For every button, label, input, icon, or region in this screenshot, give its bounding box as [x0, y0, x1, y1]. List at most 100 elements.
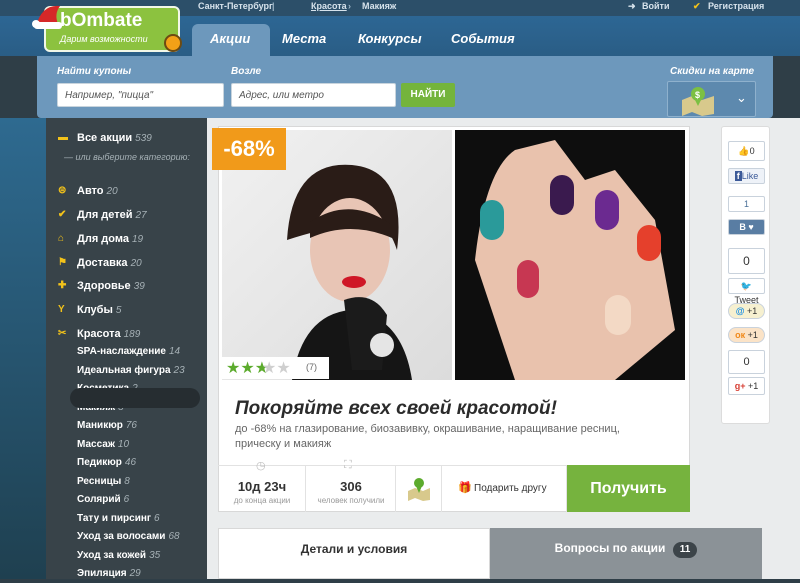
- subcategory-count: 14: [168, 346, 181, 357]
- subcategory-item[interactable]: Солярий 6: [77, 491, 129, 509]
- sidebar-item-label: Для детей: [77, 209, 133, 221]
- subcategory-item[interactable]: Ресницы 8: [77, 473, 130, 491]
- subcategory-item[interactable]: Маникюр 76: [77, 417, 137, 435]
- sidebar-item-3[interactable]: ⚑ Доставка 20: [46, 253, 207, 273]
- subcategory-label: Солярий: [77, 494, 121, 505]
- sidebar-item-count: 27: [135, 210, 147, 221]
- subcategory-count: 68: [168, 531, 180, 542]
- fb-like-count[interactable]: 👍0: [728, 141, 765, 161]
- gift-icon: 🎁: [458, 482, 472, 494]
- sidebar-item-4[interactable]: ✚ Здоровье 39: [46, 276, 207, 296]
- people-value: 306: [340, 479, 362, 494]
- fb-like-button[interactable]: f Like: [728, 168, 765, 184]
- map-pin-icon: [408, 478, 430, 501]
- manicure-hand-image: [455, 130, 685, 380]
- logo-name: bOmbate: [60, 10, 143, 31]
- subcategory-count: 23: [173, 364, 185, 376]
- deal-description: до -68% на глазирование, биозавивку, окр…: [235, 423, 620, 450]
- breadcrumb-beauty[interactable]: Красота: [311, 1, 347, 11]
- subcategory-item[interactable]: SPA-наслаждение 14: [77, 343, 180, 361]
- clock-icon: ◷: [256, 460, 266, 472]
- subcategory-count: 76: [125, 420, 137, 431]
- vk-share-button[interactable]: В ♥: [728, 219, 765, 235]
- subcategory-count: 35: [149, 549, 161, 561]
- subcategory-count: 10: [117, 438, 130, 450]
- coupon-search-input[interactable]: Например, "пицца": [57, 83, 224, 107]
- find-button[interactable]: НАЙТИ: [401, 83, 455, 107]
- subcategory-label: Идеальная фигура: [77, 364, 171, 376]
- mail-share-button[interactable]: @ +1: [728, 303, 765, 319]
- selected-highlight: [70, 388, 200, 408]
- city-selector[interactable]: Санкт-Петербург: [198, 1, 273, 11]
- deal-photo-nails: [455, 130, 685, 380]
- subcategory-label: Маникюр: [77, 420, 123, 431]
- near-label: Возле: [231, 66, 262, 77]
- tab-questions[interactable]: Вопросы по акции 11: [490, 528, 762, 579]
- sidebar-item-6[interactable]: ✂ Красота 189: [46, 324, 207, 344]
- sidebar-item-count: 20: [106, 186, 118, 197]
- tab-questions-label: Вопросы по акции: [554, 541, 666, 555]
- subcategory-label: Ресницы: [77, 475, 122, 487]
- sidebar-item-5[interactable]: Y Клубы 5: [46, 300, 207, 320]
- scissors-icon: ✂: [58, 328, 67, 339]
- get-deal-button[interactable]: Получить: [567, 465, 690, 512]
- map-dropdown[interactable]: $ ⌄: [667, 81, 756, 117]
- category-sidebar: ▬ Все акции 539 — или выберите категорию:…: [46, 118, 207, 579]
- gplus-label: +1: [748, 381, 759, 391]
- chevron-down-icon: ⌄: [736, 90, 747, 105]
- tab-details[interactable]: Детали и условия: [218, 528, 490, 579]
- breadcrumb-arrow: ›: [348, 1, 351, 11]
- google-plus-icon: g+: [734, 381, 746, 391]
- sidebar-item-1[interactable]: ✔ Для детей 27: [46, 205, 207, 225]
- sidebar-item-all[interactable]: ▬ Все акции 539: [46, 128, 207, 148]
- gplus-button[interactable]: g+ +1: [728, 377, 765, 395]
- subcategory-count: 6: [123, 494, 130, 505]
- cocktail-icon: Y: [58, 304, 65, 315]
- subcategory-item[interactable]: Идеальная фигура 23: [77, 362, 185, 380]
- coupons-label: Найти купоны: [57, 66, 132, 77]
- subcategory-label: Уход за кожей: [77, 549, 147, 561]
- register-link[interactable]: Регистрация: [708, 1, 764, 11]
- sidebar-item-label: Здоровье: [77, 280, 131, 292]
- people-label: человек получили: [317, 496, 385, 505]
- choose-category-label: — или выберите категорию:: [64, 152, 190, 162]
- login-link[interactable]: Войти: [642, 1, 669, 11]
- tab-events[interactable]: События: [451, 31, 515, 46]
- time-left-value: 10д 23ч: [237, 479, 287, 494]
- subcategory-label: Педикюр: [77, 457, 122, 468]
- vk-label: В: [739, 222, 746, 232]
- tab-deals[interactable]: Акции: [210, 31, 250, 46]
- ok-share-button[interactable]: ок +1: [728, 327, 765, 343]
- map-pin-cell[interactable]: [396, 465, 442, 512]
- mail-plus-label: +1: [747, 306, 758, 316]
- sidebar-item-count: 5: [115, 305, 122, 316]
- mail-ru-icon: @: [735, 306, 745, 316]
- sidebar-item-0[interactable]: ⊜ Авто 20: [46, 181, 207, 201]
- health-icon: ✚: [58, 280, 67, 291]
- subcategory-item[interactable]: Педикюр 46: [77, 454, 136, 472]
- subcategory-item[interactable]: Тату и пирсинг 6: [77, 510, 160, 528]
- discount-badge: -68%: [212, 128, 286, 170]
- delivery-icon: ⚑: [58, 257, 67, 268]
- subcategory-item[interactable]: Эпиляция 29: [77, 565, 141, 583]
- star-icons-empty: ★★: [262, 360, 291, 377]
- subcategory-item[interactable]: Уход за кожей 35: [77, 547, 160, 565]
- sidebar-item-label: Для дома: [77, 233, 129, 245]
- sidebar-item-2[interactable]: ⌂ Для дома 19: [46, 229, 207, 249]
- tab-contests[interactable]: Конкурсы: [358, 31, 422, 46]
- sidebar-item-count: 189: [123, 329, 141, 340]
- sidebar-item-count: 539: [135, 133, 152, 144]
- santa-hat-icon: [32, 5, 62, 29]
- subcategory-item[interactable]: Уход за волосами 68: [77, 528, 180, 546]
- gift-cell[interactable]: 🎁 Подарить другу: [442, 465, 567, 512]
- address-input[interactable]: Адрес, или метро: [231, 83, 396, 107]
- tab-places[interactable]: Места: [282, 31, 326, 46]
- login-icon: ➜: [628, 1, 636, 11]
- sidebar-item-count: 20: [130, 258, 142, 269]
- review-count[interactable]: (7): [306, 362, 317, 372]
- subcategory-label: Эпиляция: [77, 568, 127, 579]
- subcategory-item[interactable]: Массаж 10: [77, 436, 129, 454]
- gift-label: Подарить другу: [474, 483, 547, 494]
- tweet-button[interactable]: 🐦Tweet: [728, 278, 765, 305]
- sidebar-item-count: 19: [131, 234, 144, 245]
